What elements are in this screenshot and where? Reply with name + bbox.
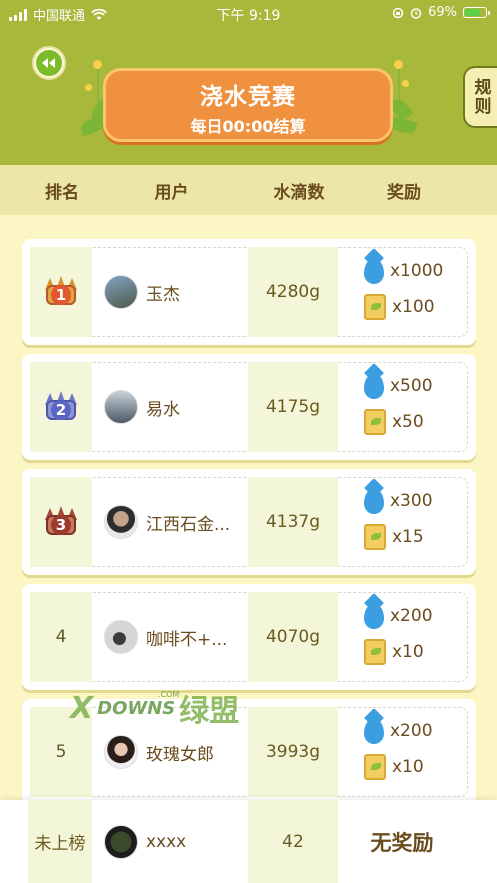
seed-bag-icon bbox=[364, 409, 386, 435]
seed-reward: x100 bbox=[392, 297, 435, 317]
reward-cell: x1000 x100 bbox=[364, 253, 464, 325]
flower-decoration bbox=[402, 80, 409, 87]
rank-cell: 4 bbox=[30, 592, 92, 682]
banner-subtitle: 每日00:00结算 bbox=[190, 117, 306, 136]
my-reward: 无奖励 bbox=[370, 830, 434, 855]
contest-banner: 浇水竞赛 每日00:00结算 bbox=[103, 68, 393, 142]
reward-cell: x500 x50 bbox=[364, 368, 464, 440]
water-drop-icon bbox=[364, 488, 384, 514]
avatar bbox=[104, 505, 138, 539]
reward-cell: x200 x10 bbox=[364, 713, 464, 785]
seed-bag-icon bbox=[364, 639, 386, 665]
column-header-reward: 奖励 bbox=[387, 182, 421, 203]
water-drop-icon bbox=[364, 603, 384, 629]
water-drop-icon bbox=[364, 718, 384, 744]
flower-decoration bbox=[93, 60, 102, 69]
user-name: 易水 bbox=[146, 399, 180, 420]
seed-bag-icon bbox=[364, 524, 386, 550]
column-header-user: 用户 bbox=[154, 182, 189, 203]
user-cell: 江西石金... bbox=[104, 469, 254, 575]
column-header-rank: 排名 bbox=[45, 182, 79, 203]
gold-crown-icon: 1 bbox=[42, 276, 80, 308]
avatar bbox=[104, 824, 138, 859]
flower-decoration bbox=[85, 84, 92, 91]
water-drop-icon bbox=[364, 373, 384, 399]
seed-reward: x15 bbox=[392, 527, 424, 547]
seed-reward: x10 bbox=[392, 642, 424, 662]
avatar bbox=[104, 275, 138, 309]
my-drops: 42 bbox=[248, 800, 338, 883]
rotation-lock-icon bbox=[392, 7, 404, 18]
reward-cell: x300 x15 bbox=[364, 483, 464, 555]
rank-number: 3 bbox=[51, 515, 71, 535]
battery-percent: 69% bbox=[428, 5, 457, 20]
avatar bbox=[104, 390, 138, 424]
avatar bbox=[104, 735, 138, 769]
watermark-logo: X DOWNS .COM 绿盟 bbox=[70, 688, 270, 729]
rank-number: 2 bbox=[51, 400, 71, 420]
bronze-crown-icon: 3 bbox=[42, 506, 80, 538]
drops-cell: 4280g bbox=[248, 247, 338, 337]
rank-number: 1 bbox=[51, 285, 71, 305]
user-cell: 易水 bbox=[104, 354, 254, 460]
user-name: 江西石金... bbox=[146, 514, 231, 535]
water-reward: x1000 bbox=[390, 261, 444, 281]
water-reward: x500 bbox=[390, 376, 433, 396]
drops-cell: 4070g bbox=[248, 592, 338, 682]
rewind-icon bbox=[36, 50, 62, 76]
ranking-row[interactable]: 4 咖啡不+... 4070g x200 x10 bbox=[22, 584, 476, 690]
flower-stem-decoration bbox=[97, 66, 99, 106]
rank-cell: 1 bbox=[30, 247, 92, 337]
avatar bbox=[104, 620, 138, 654]
watermark-cn: 绿盟 bbox=[179, 694, 240, 729]
seed-reward: x10 bbox=[392, 757, 424, 777]
flower-decoration bbox=[394, 60, 403, 69]
my-user-cell: xxxx bbox=[104, 800, 186, 883]
column-header-drops: 水滴数 bbox=[273, 182, 325, 203]
table-header: 排名 用户 水滴数 奖励 bbox=[0, 165, 497, 215]
banner-title: 浇水竞赛 bbox=[200, 84, 296, 110]
seed-bag-icon bbox=[364, 754, 386, 780]
my-user-name: xxxx bbox=[146, 831, 187, 852]
user-name: 玫瑰女郎 bbox=[146, 744, 214, 765]
seed-bag-icon bbox=[364, 294, 386, 320]
reward-cell: x200 x10 bbox=[364, 598, 464, 670]
user-cell: 玉杰 bbox=[104, 239, 254, 345]
water-reward: x300 bbox=[390, 491, 433, 511]
ranking-row[interactable]: 1 玉杰 4280g x1000 x100 bbox=[22, 239, 476, 345]
alarm-icon bbox=[410, 7, 422, 19]
watermark-latin: DOWNS bbox=[97, 697, 176, 719]
back-button[interactable] bbox=[32, 46, 66, 80]
water-reward: x200 bbox=[390, 721, 433, 741]
seed-reward: x50 bbox=[392, 412, 424, 432]
user-name: 咖啡不+... bbox=[146, 629, 228, 650]
watermark-mark: X bbox=[70, 690, 94, 726]
status-bar: 中国联通 下午 9:19 69% bbox=[0, 0, 497, 26]
water-drop-icon bbox=[364, 258, 384, 284]
ranking-row[interactable]: 2 易水 4175g x500 x50 bbox=[22, 354, 476, 460]
user-cell: 咖啡不+... bbox=[104, 584, 254, 690]
user-name: 玉杰 bbox=[146, 284, 180, 305]
ranking-row[interactable]: 3 江西石金... 4137g x300 x15 bbox=[22, 469, 476, 575]
battery-icon bbox=[463, 7, 490, 18]
watermark-com: .COM bbox=[158, 690, 180, 699]
rules-button[interactable]: 规则 bbox=[463, 66, 497, 128]
silver-crown-icon: 2 bbox=[42, 391, 80, 423]
my-rank-bar: 未上榜 xxxx 42 无奖励 bbox=[0, 800, 497, 883]
my-rank: 未上榜 bbox=[28, 800, 92, 883]
drops-cell: 4175g bbox=[248, 362, 338, 452]
rank-cell: 2 bbox=[30, 362, 92, 452]
water-reward: x200 bbox=[390, 606, 433, 626]
rank-cell: 3 bbox=[30, 477, 92, 567]
drops-cell: 4137g bbox=[248, 477, 338, 567]
